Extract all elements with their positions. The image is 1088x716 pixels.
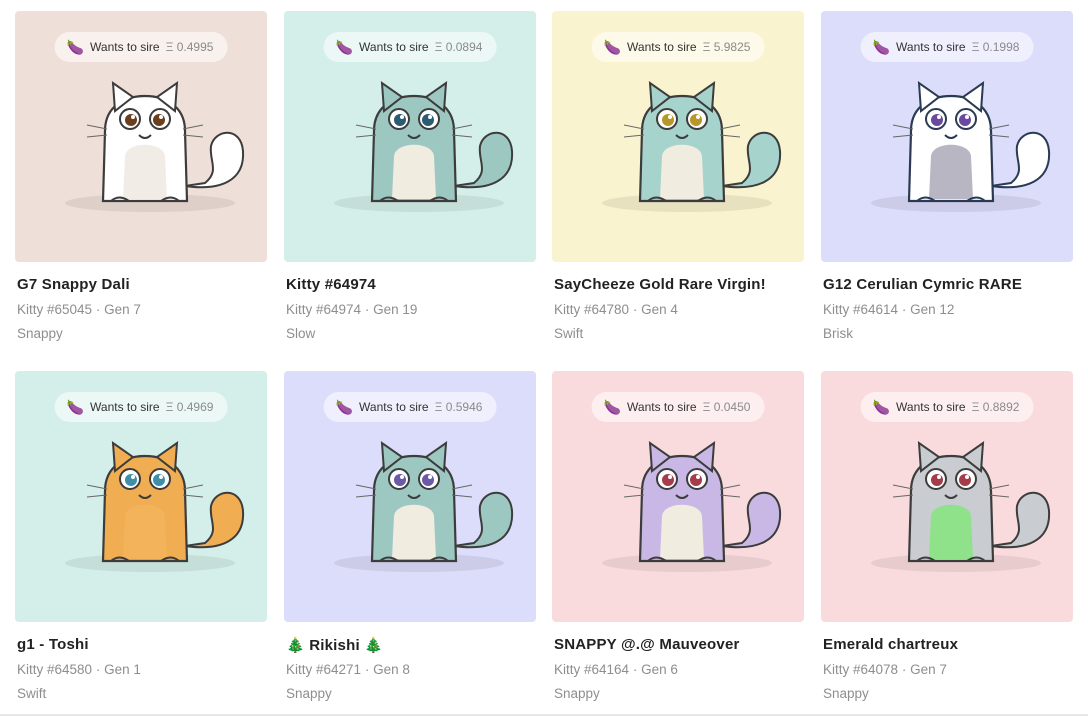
kitty-generation: Gen 7 [910,662,947,677]
kitty-generation: Gen 4 [641,302,678,317]
kitty-card[interactable]: 🍆 Wants to sire Ξ 0.4969 g1 - Toshi Kitt… [15,371,267,711]
sire-price-badge[interactable]: 🍆 Wants to sire Ξ 0.4969 [54,392,228,422]
kitty-generation: Gen 8 [373,662,410,677]
kitty-cooldown: Snappy [286,686,332,701]
kitty-id-gen: Kitty #64974 · Gen 19 [286,302,418,317]
kitty-cooldown: Brisk [823,326,853,341]
kitty-id-gen: Kitty #64780 · Gen 4 [554,302,678,317]
kitty-artwork[interactable]: 🍆 Wants to sire Ξ 0.1998 [821,11,1073,262]
kitty-card[interactable]: 🍆 Wants to sire Ξ 5.9825 SayCheeze Gold … [552,11,804,351]
kitty-id-gen: Kitty #64580 · Gen 1 [17,662,141,677]
kitty-card[interactable]: 🍆 Wants to sire Ξ 0.8892 Emerald chartre… [821,371,1073,711]
sire-price-badge[interactable]: 🍆 Wants to sire Ξ 0.1998 [860,32,1034,62]
sire-price-badge[interactable]: 🍆 Wants to sire Ξ 0.0894 [323,32,497,62]
sire-price-badge[interactable]: 🍆 Wants to sire Ξ 0.0450 [591,392,765,422]
kitty-artwork[interactable]: 🍆 Wants to sire Ξ 0.4995 [15,11,267,262]
kitty-cooldown: Slow [286,326,316,341]
kitty-id: Kitty #64580 [17,662,93,677]
kitty-id: Kitty #64780 [554,302,630,317]
kitty-id: Kitty #64614 [823,302,899,317]
sire-label: Wants to sire [627,40,697,54]
kitty-cooldown: Snappy [823,686,869,701]
kitty-card[interactable]: 🍆 Wants to sire Ξ 0.0450 SNAPPY @.@ Mauv… [552,371,804,711]
kitty-id: Kitty #64974 [286,302,362,317]
eggplant-icon: 🍆 [603,39,622,55]
eggplant-icon: 🍆 [335,399,354,415]
sire-label: Wants to sire [896,400,966,414]
sire-label: Wants to sire [627,400,697,414]
sire-price-badge[interactable]: 🍆 Wants to sire Ξ 5.9825 [591,32,765,62]
kitty-generation: Gen 6 [641,662,678,677]
eggplant-icon: 🍆 [872,399,891,415]
sire-price: Ξ 0.1998 [971,40,1020,54]
sire-price: Ξ 0.4969 [165,400,214,414]
kitty-generation: Gen 7 [104,302,141,317]
sire-label: Wants to sire [896,40,966,54]
kitty-id: Kitty #64164 [554,662,630,677]
kitty-card[interactable]: 🍆 Wants to sire Ξ 0.1998 G12 Cerulian Cy… [821,11,1073,351]
sire-price: Ξ 5.9825 [702,40,751,54]
kitty-name[interactable]: G12 Cerulian Cymric RARE [823,276,1022,293]
kitty-artwork[interactable]: 🍆 Wants to sire Ξ 0.4969 [15,371,267,622]
kitty-artwork[interactable]: 🍆 Wants to sire Ξ 5.9825 [552,11,804,262]
kitty-name[interactable]: Kitty #64974 [286,276,376,293]
kitty-artwork[interactable]: 🍆 Wants to sire Ξ 0.0450 [552,371,804,622]
kitty-name[interactable]: Emerald chartreux [823,636,958,653]
eggplant-icon: 🍆 [66,39,85,55]
kitty-cooldown: Snappy [554,686,600,701]
sire-label: Wants to sire [359,400,429,414]
sire-price: Ξ 0.0450 [702,400,751,414]
sire-label: Wants to sire [90,400,160,414]
kitty-card[interactable]: 🍆 Wants to sire Ξ 0.0894 Kitty #64974 Ki… [284,11,536,351]
eggplant-icon: 🍆 [872,39,891,55]
sire-label: Wants to sire [90,40,160,54]
sire-price-badge[interactable]: 🍆 Wants to sire Ξ 0.5946 [323,392,497,422]
eggplant-icon: 🍆 [603,399,622,415]
kitty-generation: Gen 1 [104,662,141,677]
kitty-id: Kitty #65045 [17,302,93,317]
kitty-artwork[interactable]: 🍆 Wants to sire Ξ 0.0894 [284,11,536,262]
sire-price-badge[interactable]: 🍆 Wants to sire Ξ 0.8892 [860,392,1034,422]
sire-price: Ξ 0.8892 [971,400,1020,414]
kitty-name[interactable]: 🎄 Rikishi 🎄 [286,636,383,654]
kitty-id-gen: Kitty #64271 · Gen 8 [286,662,410,677]
kitty-name[interactable]: SayCheeze Gold Rare Virgin! [554,276,766,293]
sire-price-badge[interactable]: 🍆 Wants to sire Ξ 0.4995 [54,32,228,62]
kitty-id: Kitty #64078 [823,662,899,677]
kitty-cooldown: Swift [554,326,584,341]
kitty-id-gen: Kitty #64164 · Gen 6 [554,662,678,677]
kitty-name[interactable]: G7 Snappy Dali [17,276,130,293]
kitty-name[interactable]: g1 - Toshi [17,636,89,653]
kitty-id-gen: Kitty #64614 · Gen 12 [823,302,955,317]
sire-price: Ξ 0.5946 [434,400,483,414]
kitty-artwork[interactable]: 🍆 Wants to sire Ξ 0.5946 [284,371,536,622]
sire-label: Wants to sire [359,40,429,54]
kitty-id: Kitty #64271 [286,662,362,677]
kitty-card[interactable]: 🍆 Wants to sire Ξ 0.4995 G7 Snappy Dali … [15,11,267,351]
kitty-cooldown: Snappy [17,326,63,341]
kitty-grid: 🍆 Wants to sire Ξ 0.4995 G7 Snappy Dali … [0,0,1088,716]
kitty-generation: Gen 19 [373,302,418,317]
kitty-card[interactable]: 🍆 Wants to sire Ξ 0.5946 🎄 Rikishi 🎄 Kit… [284,371,536,711]
eggplant-icon: 🍆 [335,39,354,55]
kitty-id-gen: Kitty #64078 · Gen 7 [823,662,947,677]
kitty-id-gen: Kitty #65045 · Gen 7 [17,302,141,317]
sire-price: Ξ 0.0894 [434,40,483,54]
kitty-name[interactable]: SNAPPY @.@ Mauveover [554,636,740,653]
sire-price: Ξ 0.4995 [165,40,214,54]
eggplant-icon: 🍆 [66,399,85,415]
kitty-artwork[interactable]: 🍆 Wants to sire Ξ 0.8892 [821,371,1073,622]
kitty-cooldown: Swift [17,686,47,701]
kitty-generation: Gen 12 [910,302,955,317]
